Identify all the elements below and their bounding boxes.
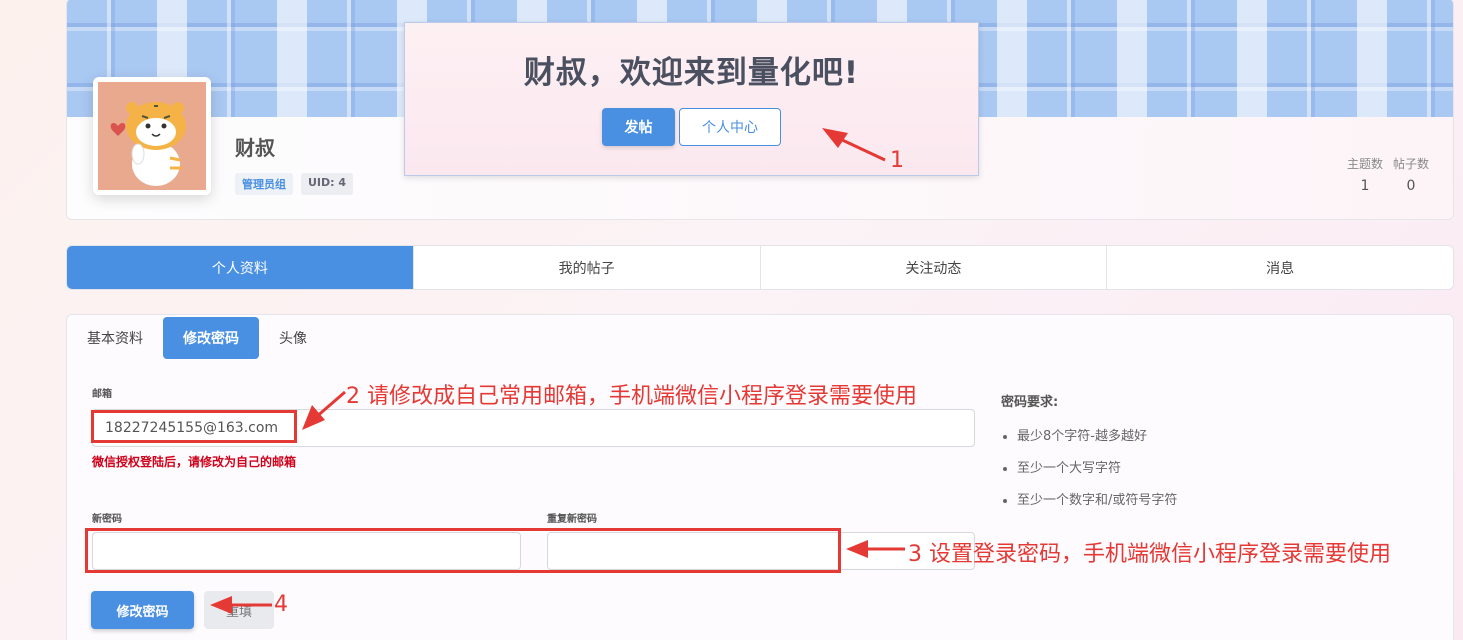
annotation-number: 3 — [908, 542, 922, 567]
annotation-label-4: 4 — [274, 592, 288, 617]
annotation-label-3: 3 设置登录密码，手机端微信小程序登录需要使用 — [908, 536, 1391, 568]
annotation-text: 设置登录密码，手机端微信小程序登录需要使用 — [929, 542, 1392, 567]
annotation-label-1: 1 — [890, 148, 904, 173]
annotation-text: 请修改成自己常用邮箱，手机端微信小程序登录需要使用 — [367, 384, 918, 409]
annotation-label-2: 2 请修改成自己常用邮箱，手机端微信小程序登录需要使用 — [346, 378, 917, 410]
annotation-number: 2 — [346, 384, 360, 409]
